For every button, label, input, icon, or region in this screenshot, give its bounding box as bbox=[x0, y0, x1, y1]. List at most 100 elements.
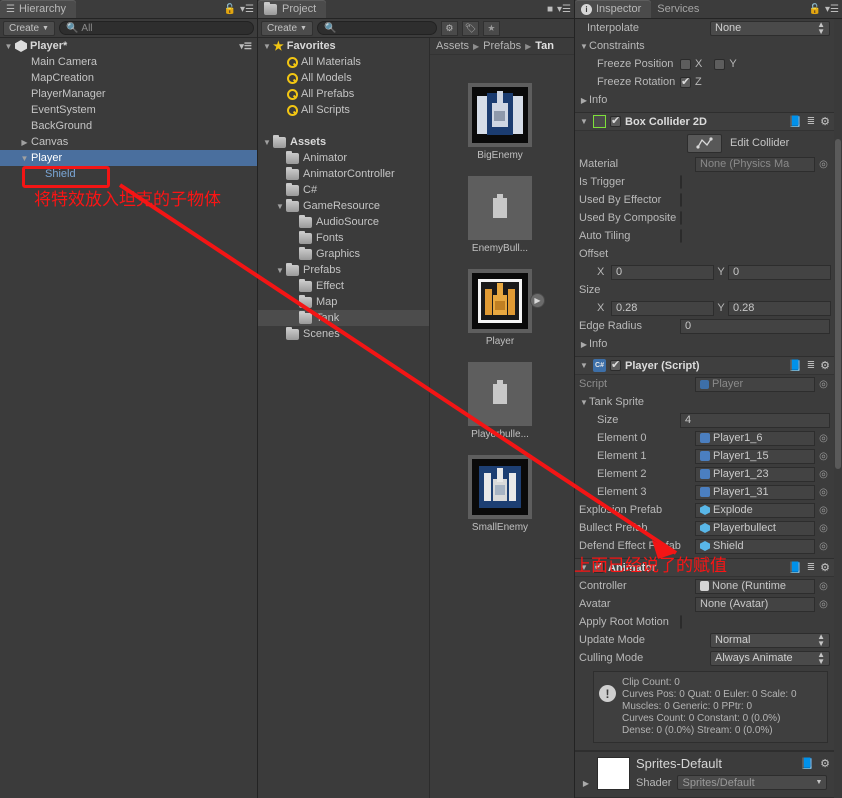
object-picker-icon[interactable]: ◎ bbox=[817, 523, 830, 534]
explosion-prefab-field[interactable]: Explode bbox=[695, 502, 815, 518]
preset-icon[interactable]: ≣ bbox=[807, 562, 815, 573]
breadcrumb-item[interactable]: Assets bbox=[436, 40, 469, 52]
avatar-field[interactable]: None (Avatar) bbox=[695, 596, 815, 612]
object-picker-icon[interactable]: ◎ bbox=[817, 599, 830, 610]
interpolate-dropdown[interactable]: None ▲ ▼ bbox=[710, 20, 830, 36]
offset-x-field[interactable]: 0 bbox=[611, 264, 714, 280]
hierarchy-item-main-camera[interactable]: Main Camera bbox=[0, 54, 257, 70]
asset-item[interactable]: EnemyBull... bbox=[468, 176, 532, 254]
update-mode-dropdown[interactable]: Normal ▲ ▼ bbox=[710, 632, 830, 648]
chevron-down-icon[interactable]: ▼ bbox=[579, 398, 589, 407]
edge-radius-field[interactable]: 0 bbox=[680, 318, 830, 334]
tab-project[interactable]: Project bbox=[258, 0, 327, 18]
project-tree-item-graphics[interactable]: Graphics bbox=[258, 246, 429, 262]
gear-icon[interactable]: ⚙ bbox=[820, 115, 830, 128]
help-icon[interactable]: 📘 bbox=[788, 359, 802, 372]
object-picker-icon[interactable]: ◎ bbox=[817, 379, 830, 390]
hierarchy-search-input[interactable]: 🔍 All bbox=[58, 21, 254, 35]
box-collider-enabled-checkbox[interactable] bbox=[610, 114, 621, 127]
box-collider-header[interactable]: ▼ Box Collider 2D 📘 ≣ ⚙ bbox=[575, 113, 834, 131]
chevron-right-icon[interactable]: ▶ bbox=[18, 138, 31, 147]
object-picker-icon[interactable]: ◎ bbox=[817, 433, 830, 444]
is-trigger-checkbox[interactable] bbox=[680, 175, 682, 189]
filter-by-type-icon[interactable]: ⚙ bbox=[440, 20, 458, 36]
project-tree-item-gameresource[interactable]: ▼ GameResource bbox=[258, 198, 429, 214]
create-button[interactable]: Create ▼ bbox=[3, 20, 55, 36]
chevron-down-icon[interactable]: ▼ bbox=[261, 138, 273, 147]
hierarchy-menu-icon[interactable]: ▾☰ bbox=[240, 4, 254, 15]
chevron-right-icon[interactable]: ▶ bbox=[579, 96, 589, 105]
gear-icon[interactable]: ⚙ bbox=[820, 561, 830, 574]
object-picker-icon[interactable]: ◎ bbox=[817, 487, 830, 498]
project-menu-icon[interactable]: ▾☰ bbox=[557, 4, 571, 15]
project-tree-item-assets[interactable]: ▼ Assets bbox=[258, 134, 429, 150]
asset-item[interactable]: Playerbulle... bbox=[468, 362, 532, 440]
hierarchy-scene-root[interactable]: ▼ Player* ▾☰ bbox=[0, 38, 257, 54]
project-tree-item-map[interactable]: Map bbox=[258, 294, 429, 310]
object-picker-icon[interactable]: ◎ bbox=[817, 505, 830, 516]
breadcrumb-item[interactable]: Tan bbox=[535, 40, 554, 52]
object-picker-icon[interactable]: ◎ bbox=[817, 451, 830, 462]
auto-tiling-checkbox[interactable] bbox=[680, 229, 682, 243]
used-by-composite-checkbox[interactable] bbox=[680, 211, 682, 225]
project-tree-item-audiosource[interactable]: AudioSource bbox=[258, 214, 429, 230]
project-tree-item-all-prefabs[interactable]: All Prefabs bbox=[258, 86, 429, 102]
edit-collider-button[interactable] bbox=[687, 133, 722, 153]
inspector-lock-icon[interactable]: 🔓 bbox=[809, 4, 821, 15]
favorite-star-icon[interactable]: ★ bbox=[482, 20, 500, 36]
offset-y-field[interactable]: 0 bbox=[728, 264, 831, 280]
chevron-down-icon[interactable]: ▼ bbox=[2, 42, 15, 51]
tab-services[interactable]: Services bbox=[651, 0, 709, 18]
hierarchy-item-eventsystem[interactable]: EventSystem bbox=[0, 102, 257, 118]
freeze-position-x-checkbox[interactable] bbox=[680, 58, 691, 70]
project-tree-item-all-materials[interactable]: All Materials bbox=[258, 54, 429, 70]
sprite-element-field[interactable]: Player1_23 bbox=[695, 466, 815, 482]
asset-item[interactable]: ▶ Player bbox=[468, 269, 545, 347]
hierarchy-options-icon[interactable]: ▾☰ bbox=[239, 41, 252, 52]
project-tree-item-effect[interactable]: Effect bbox=[258, 278, 429, 294]
asset-item[interactable]: BigEnemy bbox=[468, 83, 532, 161]
project-tree-item-animator[interactable]: Animator bbox=[258, 150, 429, 166]
object-picker-icon[interactable]: ◎ bbox=[817, 159, 830, 170]
prefab-expand-icon[interactable]: ▶ bbox=[530, 293, 545, 308]
player-script-header[interactable]: ▼ C# Player (Script) 📘 ≣ ⚙ bbox=[575, 357, 834, 375]
chevron-right-icon[interactable]: ▶ bbox=[581, 779, 591, 788]
object-picker-icon[interactable]: ◎ bbox=[817, 469, 830, 480]
asset-item[interactable]: SmallEnemy bbox=[468, 455, 532, 533]
object-picker-icon[interactable]: ◎ bbox=[817, 541, 830, 552]
tab-hierarchy[interactable]: ☰ Hierarchy bbox=[0, 0, 77, 18]
help-icon[interactable]: 📘 bbox=[788, 561, 802, 574]
project-tree-item-fonts[interactable]: Fonts bbox=[258, 230, 429, 246]
gear-icon[interactable]: ⚙ bbox=[820, 359, 830, 372]
chevron-down-icon[interactable]: ▼ bbox=[261, 42, 273, 51]
chevron-down-icon[interactable]: ▼ bbox=[579, 117, 589, 126]
row-constraints[interactable]: ▼ Constraints bbox=[575, 37, 834, 55]
sprite-element-field[interactable]: Player1_15 bbox=[695, 448, 815, 464]
project-tree-item-all-models[interactable]: All Models bbox=[258, 70, 429, 86]
hierarchy-item-background[interactable]: BackGround bbox=[0, 118, 257, 134]
chevron-down-icon[interactable]: ▼ bbox=[18, 154, 31, 163]
hierarchy-item-shield[interactable]: Shield bbox=[0, 166, 257, 182]
chevron-down-icon[interactable]: ▼ bbox=[579, 42, 589, 51]
row-tank-sprite[interactable]: ▼ Tank Sprite bbox=[575, 393, 834, 411]
chevron-down-icon[interactable]: ▼ bbox=[579, 361, 589, 370]
tank-sprite-size-field[interactable]: 4 bbox=[680, 412, 830, 428]
row-rigidbody-info[interactable]: ▶ Info bbox=[575, 91, 834, 109]
apply-root-motion-checkbox[interactable] bbox=[680, 615, 682, 629]
lock-icon[interactable]: 🔓 bbox=[224, 4, 236, 15]
project-tree-item-all-scripts[interactable]: All Scripts bbox=[258, 102, 429, 118]
project-tree-item-prefabs[interactable]: ▼ Prefabs bbox=[258, 262, 429, 278]
object-picker-icon[interactable]: ◎ bbox=[817, 581, 830, 592]
chevron-down-icon[interactable]: ▼ bbox=[274, 266, 286, 275]
sprite-element-field[interactable]: Player1_6 bbox=[695, 430, 815, 446]
controller-field[interactable]: None (Runtime bbox=[695, 578, 815, 594]
inspector-scrollbar[interactable] bbox=[834, 19, 842, 798]
breadcrumb-item[interactable]: Prefabs bbox=[483, 40, 521, 52]
help-icon[interactable]: 📘 bbox=[800, 757, 814, 770]
project-tree-item-c-[interactable]: C# bbox=[258, 182, 429, 198]
project-search-input[interactable]: 🔍 bbox=[316, 21, 437, 35]
preset-icon[interactable]: ≣ bbox=[807, 360, 815, 371]
script-field[interactable]: Player bbox=[695, 376, 815, 392]
shader-dropdown[interactable]: Sprites/Default ▼ bbox=[677, 775, 828, 790]
tab-inspector[interactable]: i Inspector bbox=[575, 0, 652, 18]
